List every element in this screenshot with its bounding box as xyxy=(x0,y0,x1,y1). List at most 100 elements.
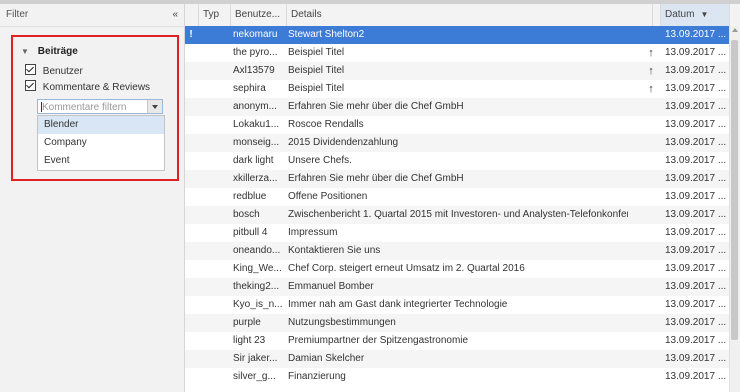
dropdown-option-company[interactable]: Company xyxy=(38,134,164,152)
table-row[interactable]: silver_g... Finanzierung 13.09.2017 ... xyxy=(185,368,740,386)
up-arrow-icon xyxy=(645,224,657,242)
row-date: 13.09.2017 ... xyxy=(665,317,727,328)
comment-review-icon xyxy=(199,224,213,242)
comment-review-icon xyxy=(199,242,213,260)
posts-table: Typ Benutze... Details Datum ▼ ! nekomaru S… xyxy=(185,4,740,392)
row-details: Beispiel Titel xyxy=(288,83,345,94)
column-header-details[interactable]: Details xyxy=(287,4,653,26)
table-row[interactable]: Kyo_is_n... Immer nah am Gast dank integr… xyxy=(185,296,740,314)
comment-review-icon xyxy=(199,62,213,80)
row-details: Premiumpartner der Spitzengastronomie xyxy=(288,335,469,346)
up-arrow-icon: ↑ xyxy=(648,83,654,95)
table-row[interactable]: light 23 Premiumpartner der Spitzengastro… xyxy=(185,332,740,350)
column-header-type[interactable]: Typ xyxy=(199,4,231,26)
row-user: purple xyxy=(233,317,261,328)
flag-indicator xyxy=(185,170,197,188)
up-arrow-icon xyxy=(645,368,657,386)
row-user: anonym... xyxy=(233,101,277,112)
table-row[interactable]: purple Nutzungsbestimmungen 13.09.2017 ... xyxy=(185,314,740,332)
row-details: Kontaktieren Sie uns xyxy=(288,245,381,256)
flag-indicator: ! xyxy=(189,29,193,40)
up-arrow-icon xyxy=(645,260,657,278)
row-date: 13.09.2017 ... xyxy=(665,245,727,256)
table-header: Typ Benutze... Details Datum ▼ xyxy=(185,4,740,27)
row-details: Beispiel Titel xyxy=(288,47,345,58)
row-date: 13.09.2017 ... xyxy=(665,335,727,346)
column-header-user[interactable]: Benutze... xyxy=(231,4,287,26)
comment-filter-input[interactable] xyxy=(42,101,142,113)
row-details: Impressum xyxy=(288,227,338,238)
row-date: 13.09.2017 ... xyxy=(665,227,727,238)
user-icon xyxy=(199,350,213,368)
up-arrow-icon xyxy=(645,188,657,206)
table-row[interactable]: sephira Beispiel Titel ↑ 13.09.2017 ... xyxy=(185,80,740,98)
sort-descending-icon[interactable]: ▼ xyxy=(700,10,708,19)
flag-indicator xyxy=(185,278,197,296)
row-date: 13.09.2017 ... xyxy=(665,353,727,364)
flag-indicator xyxy=(185,242,197,260)
table-row[interactable]: Sir jaker... Damian Skelcher 13.09.2017 ..… xyxy=(185,350,740,368)
row-details: Immer nah am Gast dank integrierter Tech… xyxy=(288,299,508,310)
flag-indicator xyxy=(185,44,197,62)
table-row[interactable]: Lokaku1... Roscoe Rendalls 13.09.2017 ... xyxy=(185,116,740,134)
up-arrow-icon xyxy=(645,350,657,368)
column-header-arrow[interactable] xyxy=(653,4,661,26)
table-row[interactable]: bosch Zwischenbericht 1. Quartal 2015 mit… xyxy=(185,206,740,224)
comment-filter-dropdown: Blender Company Event xyxy=(37,115,165,171)
collapse-panel-icon[interactable]: « xyxy=(172,4,178,26)
row-details: Nutzungsbestimmungen xyxy=(288,317,396,328)
row-user: light 23 xyxy=(233,335,266,346)
table-row[interactable]: theking2... Emmanuel Bomber 13.09.2017 ... xyxy=(185,278,740,296)
column-header-flag[interactable] xyxy=(185,4,199,26)
date-header-label: Datum xyxy=(665,9,695,20)
scrollbar-thumb[interactable] xyxy=(731,40,738,340)
dropdown-option-blender[interactable]: Blender xyxy=(38,116,164,134)
table-row[interactable]: anonym... Erfahren Sie mehr über die Chef… xyxy=(185,98,740,116)
row-user: xkillerza... xyxy=(233,173,278,184)
section-beitraege-header[interactable]: ▼ Beiträge xyxy=(21,46,78,57)
row-details: Emmanuel Bomber xyxy=(288,281,374,292)
expand-triangle-icon[interactable]: ▼ xyxy=(21,47,31,56)
comment-review-icon xyxy=(199,332,213,350)
flag-indicator xyxy=(185,152,197,170)
row-details: Erfahren Sie mehr über die Chef GmbH xyxy=(288,173,464,184)
table-row[interactable]: ! nekomaru Stewart Shelton2 13.09.2017 ... xyxy=(185,26,740,44)
table-row[interactable]: the pyro... Beispiel Titel ↑ 13.09.2017 ... xyxy=(185,44,740,62)
row-date: 13.09.2017 ... xyxy=(665,371,727,382)
table-row[interactable]: King_We... Chef Corp. steigert erneut Ums… xyxy=(185,260,740,278)
row-date: 13.09.2017 ... xyxy=(665,101,727,112)
scroll-up-arrow-icon[interactable] xyxy=(732,28,738,32)
checkbox-kommentare[interactable] xyxy=(25,80,36,91)
section-title: Beiträge xyxy=(37,46,78,57)
table-row[interactable]: oneando... Kontaktieren Sie uns 13.09.2017… xyxy=(185,242,740,260)
row-user: theking2... xyxy=(233,281,280,292)
checkbox-benutzer[interactable] xyxy=(25,64,36,75)
filter-section-highlight: ▼ Beiträge Benutzer Kommentare & Reviews… xyxy=(11,35,179,181)
table-row[interactable]: redblue Offene Positionen 13.09.2017 ... xyxy=(185,188,740,206)
table-row[interactable]: xkillerza... Erfahren Sie mehr über die C… xyxy=(185,170,740,188)
comment-review-icon xyxy=(199,368,213,386)
row-details: Erfahren Sie mehr über die Chef GmbH xyxy=(288,101,464,112)
column-header-date[interactable]: Datum ▼ xyxy=(661,4,730,26)
vertical-scrollbar[interactable] xyxy=(729,26,740,392)
comment-review-icon xyxy=(199,206,213,224)
table-row[interactable]: monseig... 2015 Dividendenzahlung 13.09.20… xyxy=(185,134,740,152)
flag-indicator xyxy=(185,98,197,116)
dropdown-arrow-icon[interactable] xyxy=(147,100,162,113)
checkbox-row-kommentare[interactable]: Kommentare & Reviews xyxy=(25,80,150,94)
table-row[interactable]: dark light Unsere Chefs. 13.09.2017 ... xyxy=(185,152,740,170)
row-details: Finanzierung xyxy=(288,371,346,382)
row-user: Kyo_is_n... xyxy=(233,299,283,310)
table-row[interactable]: Axl13579 Beispiel Titel ↑ 13.09.2017 ... xyxy=(185,62,740,80)
row-details: Roscoe Rendalls xyxy=(288,119,364,130)
checkbox-row-benutzer[interactable]: Benutzer xyxy=(25,64,83,78)
dropdown-option-event[interactable]: Event xyxy=(38,152,164,170)
table-row[interactable]: pitbull 4 Impressum 13.09.2017 ... xyxy=(185,224,740,242)
flag-indicator xyxy=(185,134,197,152)
comment-filter-combo[interactable] xyxy=(37,99,163,114)
row-user: pitbull 4 xyxy=(233,227,268,238)
row-user: Lokaku1... xyxy=(233,119,280,130)
up-arrow-icon: ↑ xyxy=(648,65,654,77)
flag-indicator xyxy=(185,116,197,134)
up-arrow-icon xyxy=(645,116,657,134)
